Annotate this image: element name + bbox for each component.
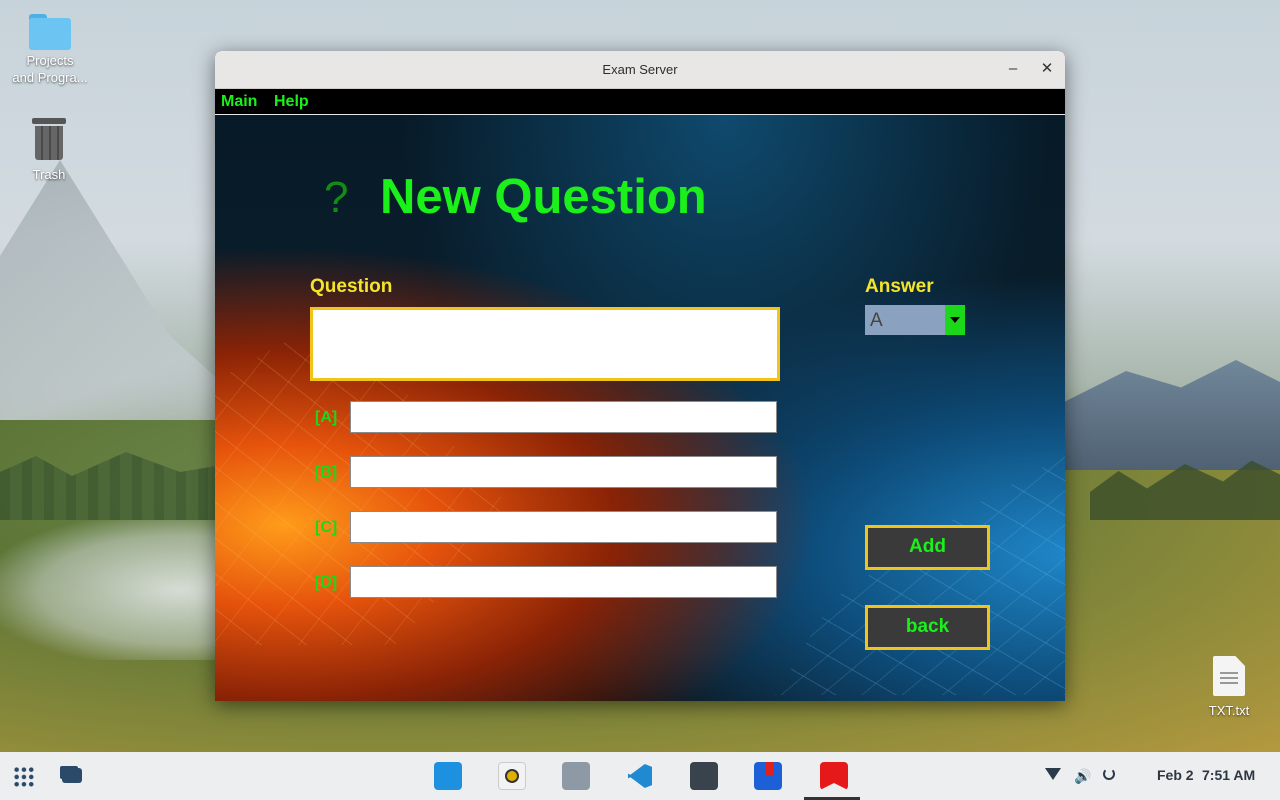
wifi-icon[interactable] — [1045, 768, 1061, 780]
option-c-input[interactable] — [350, 511, 777, 543]
window-titlebar[interactable]: Exam Server – ✕ — [215, 51, 1065, 89]
desktop-icon-label: Trash — [32, 167, 66, 182]
chevron-down-icon[interactable] — [945, 305, 965, 335]
minimize-button[interactable]: – — [1003, 59, 1023, 79]
desktop-icon-txt[interactable]: TXT.txt — [1194, 656, 1264, 719]
answer-label: Answer — [865, 276, 934, 297]
file-manager-icon[interactable] — [562, 762, 590, 790]
desktop-icon-trash[interactable]: Trash — [14, 118, 84, 183]
volume-icon[interactable]: 🔊 — [1074, 768, 1091, 785]
option-d-label: [D] — [315, 574, 338, 591]
app-grid-icon[interactable] — [13, 766, 35, 788]
taskbar-date[interactable]: Feb 2 — [1157, 767, 1194, 783]
option-b-label: [B] — [315, 464, 338, 481]
background-blue-polygons — [775, 455, 1065, 695]
bookmark-app-icon[interactable] — [820, 762, 848, 790]
terminal-icon[interactable] — [690, 762, 718, 790]
option-a-input[interactable] — [350, 401, 777, 433]
wallpaper-mountain-right — [1060, 360, 1280, 470]
question-label: Question — [310, 276, 393, 297]
app-store-icon[interactable] — [434, 762, 462, 790]
power-icon[interactable] — [1103, 768, 1115, 780]
menu-bar: Main Help — [215, 89, 1065, 116]
close-button[interactable]: ✕ — [1037, 59, 1057, 79]
window-title: Exam Server — [602, 62, 678, 77]
option-c-label: [C] — [315, 519, 338, 536]
option-a-label: [A] — [315, 409, 338, 426]
vscode-icon[interactable] — [626, 762, 654, 790]
add-button[interactable]: Add — [865, 525, 990, 570]
back-button[interactable]: back — [865, 605, 990, 650]
music-player-icon[interactable] — [498, 762, 526, 790]
book-reader-icon[interactable] — [754, 762, 782, 790]
taskbar-time[interactable]: 7:51 AM — [1202, 767, 1255, 783]
taskbar: 🔊 Feb 2 7:51 AM — [0, 752, 1280, 800]
exam-server-window: Exam Server – ✕ Main Help ? New Question… — [215, 51, 1065, 701]
page-title: New Question — [380, 170, 707, 224]
trash-icon — [32, 118, 66, 160]
menu-main[interactable]: Main — [221, 93, 257, 111]
question-mark-icon: ? — [324, 173, 349, 222]
window-switcher-icon[interactable] — [62, 768, 82, 783]
option-b-input[interactable] — [350, 456, 777, 488]
desktop-icon-projects[interactable]: Projects and Progra... — [4, 14, 96, 86]
desktop-icon-label: TXT.txt — [1208, 703, 1250, 718]
text-file-icon — [1213, 656, 1245, 696]
answer-select-value: A — [870, 310, 883, 331]
answer-select[interactable]: A — [865, 305, 965, 335]
option-d-input[interactable] — [350, 566, 777, 598]
menu-help[interactable]: Help — [274, 93, 309, 111]
desktop-icon-label: Projects and Progra... — [12, 53, 88, 85]
folder-icon — [29, 14, 71, 50]
question-input[interactable] — [310, 307, 780, 381]
new-question-panel: ? New Question Question [A] [B] [C] [D] … — [215, 115, 1065, 701]
